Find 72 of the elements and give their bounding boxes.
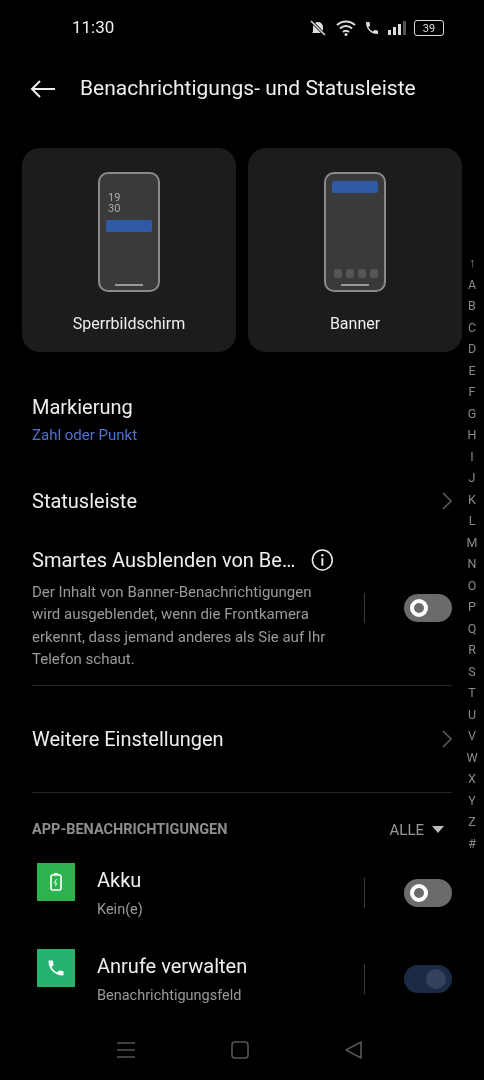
index-letter[interactable]: O — [467, 574, 477, 596]
info-icon[interactable] — [311, 547, 334, 572]
index-letter[interactable]: S — [468, 660, 476, 682]
setting-title: Statusleiste — [32, 487, 137, 515]
setting-value: Zahl oder Punkt — [32, 425, 139, 446]
chevron-right-icon — [442, 729, 452, 748]
filter-dropdown[interactable]: ALLE — [389, 818, 444, 841]
home-indicator — [115, 284, 143, 286]
toggle-switch[interactable] — [404, 593, 452, 622]
index-letter[interactable]: X — [468, 768, 476, 790]
app-name: Akku — [97, 867, 143, 895]
index-letter[interactable]: M — [466, 531, 478, 553]
back-arrow-icon[interactable] — [30, 79, 56, 99]
index-letter[interactable]: R — [468, 639, 476, 661]
index-letter[interactable]: G — [467, 402, 477, 424]
index-letter[interactable]: Q — [467, 617, 477, 639]
setting-title: Markierung — [32, 394, 134, 421]
index-letter[interactable]: U — [467, 703, 477, 725]
battery-indicator: 39 — [414, 20, 444, 36]
toggle-switch[interactable] — [404, 879, 452, 907]
battery-app-icon — [37, 863, 75, 901]
index-letter[interactable]: N — [467, 553, 477, 575]
app-detail: Kein(e) — [97, 900, 144, 921]
home-indicator — [341, 284, 369, 286]
index-letter[interactable]: T — [468, 682, 476, 704]
dropdown-caret-icon — [432, 826, 444, 834]
style-card[interactable]: Banner — [248, 148, 462, 352]
index-letter[interactable]: ↑ — [468, 252, 476, 274]
home-icon[interactable] — [231, 1041, 249, 1059]
index-letter[interactable]: Z — [468, 811, 476, 833]
clock-text: 19 30 — [108, 192, 122, 214]
phone-app-icon — [37, 949, 75, 987]
setting-row[interactable]: Markierung Zahl oder Punkt — [32, 380, 452, 459]
index-letter[interactable]: W — [466, 746, 478, 768]
index-letter[interactable]: B — [468, 295, 476, 317]
status-time: 11:30 — [72, 16, 115, 40]
index-letter[interactable]: V — [468, 725, 476, 747]
app-row[interactable]: Anrufe verwalten Benachrichtigungsfeld — [5, 945, 452, 1013]
signal-icon — [388, 21, 406, 35]
index-letter[interactable]: P — [468, 596, 476, 618]
back-icon[interactable] — [345, 1041, 363, 1059]
style-card[interactable]: 19 30 Sperrbildschirm — [22, 148, 236, 352]
muted-bell-icon — [308, 19, 328, 37]
app-name: Anrufe verwalten — [97, 953, 249, 981]
setting-title: Weitere Einstellungen — [32, 725, 224, 753]
section-header: APP-BENACHRICHTIGUNGEN — [32, 819, 228, 840]
chevron-right-icon — [442, 491, 452, 510]
index-letter[interactable]: F — [468, 381, 476, 403]
index-letter[interactable]: J — [468, 467, 476, 489]
app-detail: Benachrichtigungsfeld — [97, 986, 243, 1007]
index-letter[interactable]: L — [468, 510, 476, 532]
wifi-icon — [336, 20, 356, 36]
setting-row[interactable]: Weitere Einstellungen — [32, 685, 452, 792]
card-label: Sperrbildschirm — [72, 313, 186, 335]
index-letter[interactable]: C — [467, 316, 477, 338]
index-letter[interactable]: K — [468, 488, 476, 510]
index-letter[interactable]: H — [467, 424, 477, 446]
index-letter[interactable]: E — [468, 359, 476, 381]
notification-bar — [332, 181, 378, 193]
index-letter[interactable]: # — [468, 832, 476, 854]
index-letter[interactable]: D — [467, 338, 477, 360]
setting-description: Der Inhalt von Banner-Benachrichtigungen wird ausgeblendet, wenn die Frontkamera erkennt, dass jemand anderes als Sie auf Ihr Telefon schaut. — [32, 581, 327, 670]
index-letter[interactable]: I — [470, 445, 474, 467]
index-letter[interactable]: Y — [468, 789, 476, 811]
app-row[interactable]: Akku Kein(e) — [5, 859, 452, 927]
setting-row[interactable]: Statusleiste — [32, 458, 452, 543]
setting-title: Smartes Ausblenden von Be… — [32, 546, 296, 574]
toggle-switch[interactable] — [404, 965, 452, 993]
card-label: Banner — [329, 313, 381, 335]
page-title: Benachrichtigungs- und Statusleiste — [80, 75, 416, 103]
index-letter[interactable]: A — [467, 273, 477, 295]
notification-bar — [106, 220, 152, 232]
